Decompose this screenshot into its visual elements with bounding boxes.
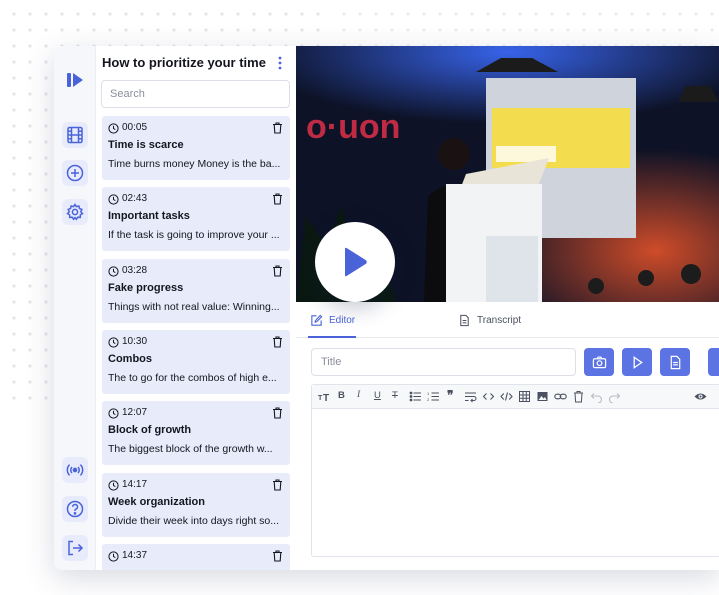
wrap-text-icon[interactable] <box>464 390 477 403</box>
redo-icon[interactable] <box>608 390 621 403</box>
list-item[interactable]: 03:28 Fake progress Things with not real… <box>102 259 290 323</box>
play-icon <box>633 355 643 369</box>
icon-rail <box>54 46 96 570</box>
item-title: Block of growth <box>108 424 192 436</box>
svg-text:1: 1 <box>427 391 430 396</box>
item-timestamp: 12:07 <box>122 407 148 418</box>
strikethrough-icon[interactable]: T <box>392 390 398 401</box>
extra-action-button[interactable] <box>708 348 719 376</box>
item-title: Week organization <box>108 496 205 508</box>
trash-icon[interactable] <box>272 550 283 562</box>
document-button[interactable] <box>660 348 690 376</box>
document-icon <box>460 314 469 326</box>
trash-icon[interactable] <box>272 336 283 348</box>
item-timestamp: 10:30 <box>122 336 148 347</box>
svg-text:T: T <box>323 393 329 403</box>
tab-transcript[interactable]: Transcript <box>458 302 521 338</box>
title-input[interactable] <box>311 348 576 376</box>
numbered-list-icon[interactable]: 12 <box>427 390 440 403</box>
clock-icon <box>108 408 119 419</box>
file-icon <box>670 355 680 369</box>
play-icon <box>345 247 367 277</box>
film-icon[interactable] <box>62 122 88 148</box>
item-timestamp: 00:05 <box>122 122 148 133</box>
dot-pattern-top <box>330 0 719 46</box>
item-description: If the task is going to improve your ... <box>108 229 280 241</box>
list-item[interactable]: 14:37 <box>102 544 290 570</box>
undo-icon[interactable] <box>590 390 603 403</box>
item-description: The to go for the combos of high e... <box>108 372 277 384</box>
item-timestamp: 14:37 <box>122 550 148 561</box>
item-timestamp: 03:28 <box>122 265 148 276</box>
list-item[interactable]: 00:05 Time is scarce Time burns money Mo… <box>102 116 290 180</box>
clock-icon <box>108 551 119 562</box>
trash-icon[interactable] <box>272 193 283 205</box>
preview-eye-icon[interactable] <box>694 390 707 403</box>
editor-tabs: Editor Transcript <box>296 302 719 338</box>
help-icon[interactable] <box>62 496 88 522</box>
code-block-icon[interactable] <box>500 390 513 403</box>
quote-icon[interactable]: ❞ <box>447 388 453 402</box>
logo-icon[interactable] <box>62 67 88 93</box>
item-title: Important tasks <box>108 210 190 222</box>
clock-icon <box>108 266 119 277</box>
trash-icon[interactable] <box>272 479 283 491</box>
tab-transcript-label: Transcript <box>477 314 522 326</box>
camera-icon <box>592 355 606 368</box>
svg-text:o·uon: o·uon <box>306 108 400 146</box>
item-description: Divide their week into days right so... <box>108 515 279 527</box>
table-icon[interactable] <box>518 390 531 403</box>
italic-icon[interactable]: I <box>357 390 360 400</box>
page-title: How to prioritize your time <box>102 55 266 70</box>
clock-icon <box>108 337 119 348</box>
app-window: How to prioritize your time 00:05 Time i… <box>54 46 719 570</box>
link-icon[interactable] <box>554 390 567 403</box>
code-icon[interactable] <box>482 390 495 403</box>
trash-icon[interactable] <box>272 265 283 277</box>
clock-icon <box>108 194 119 205</box>
list-item[interactable]: 12:07 Block of growth The biggest block … <box>102 401 290 465</box>
image-icon[interactable] <box>536 390 549 403</box>
item-title: Combos <box>108 353 152 365</box>
item-timestamp: 02:43 <box>122 193 148 204</box>
item-title: Time is scarce <box>108 139 184 151</box>
settings-icon[interactable] <box>62 199 88 225</box>
trash-icon[interactable] <box>272 122 283 134</box>
logout-icon[interactable] <box>62 535 88 561</box>
trash-icon[interactable] <box>272 407 283 419</box>
chapter-panel: How to prioritize your time 00:05 Time i… <box>96 46 296 570</box>
underline-icon[interactable]: U <box>374 390 381 401</box>
tab-editor[interactable]: Editor <box>310 302 355 338</box>
editor-toolbar: TT B I U T 12 ❞ <box>312 385 719 409</box>
item-title: Fake progress <box>108 282 184 294</box>
list-item[interactable]: 10:30 Combos The to go for the combos of… <box>102 330 290 394</box>
more-options-icon[interactable] <box>274 55 286 71</box>
main-area: o·uon Editor Transcript Title T T B I U … <box>296 46 719 570</box>
add-icon[interactable] <box>62 160 88 186</box>
bullet-list-icon[interactable] <box>409 390 422 403</box>
tab-editor-label: Editor <box>329 314 356 326</box>
active-tab-indicator <box>308 336 356 338</box>
svg-text:2: 2 <box>427 397 430 402</box>
play-clip-button[interactable] <box>622 348 652 376</box>
item-timestamp: 14:17 <box>122 479 148 490</box>
list-item[interactable]: 02:43 Important tasks If the task is goi… <box>102 187 290 251</box>
item-description: The biggest block of the growth w... <box>108 443 273 455</box>
item-description: Things with not real value: Winning... <box>108 301 280 313</box>
video-play-button[interactable] <box>315 222 395 302</box>
broadcast-icon[interactable] <box>62 457 88 483</box>
clock-icon <box>108 123 119 134</box>
bold-icon[interactable]: B <box>338 390 345 401</box>
clock-icon <box>108 480 119 491</box>
edit-icon <box>311 314 323 326</box>
text-size-icon[interactable]: TT <box>318 390 331 403</box>
delete-icon[interactable] <box>572 390 585 403</box>
list-item[interactable]: 14:17 Week organization Divide their wee… <box>102 473 290 537</box>
screenshot-button[interactable] <box>584 348 614 376</box>
item-description: Time burns money Money is the ba... <box>108 158 281 170</box>
search-input[interactable] <box>101 80 290 108</box>
rich-text-editor[interactable]: TT B I U T 12 ❞ <box>311 384 719 557</box>
